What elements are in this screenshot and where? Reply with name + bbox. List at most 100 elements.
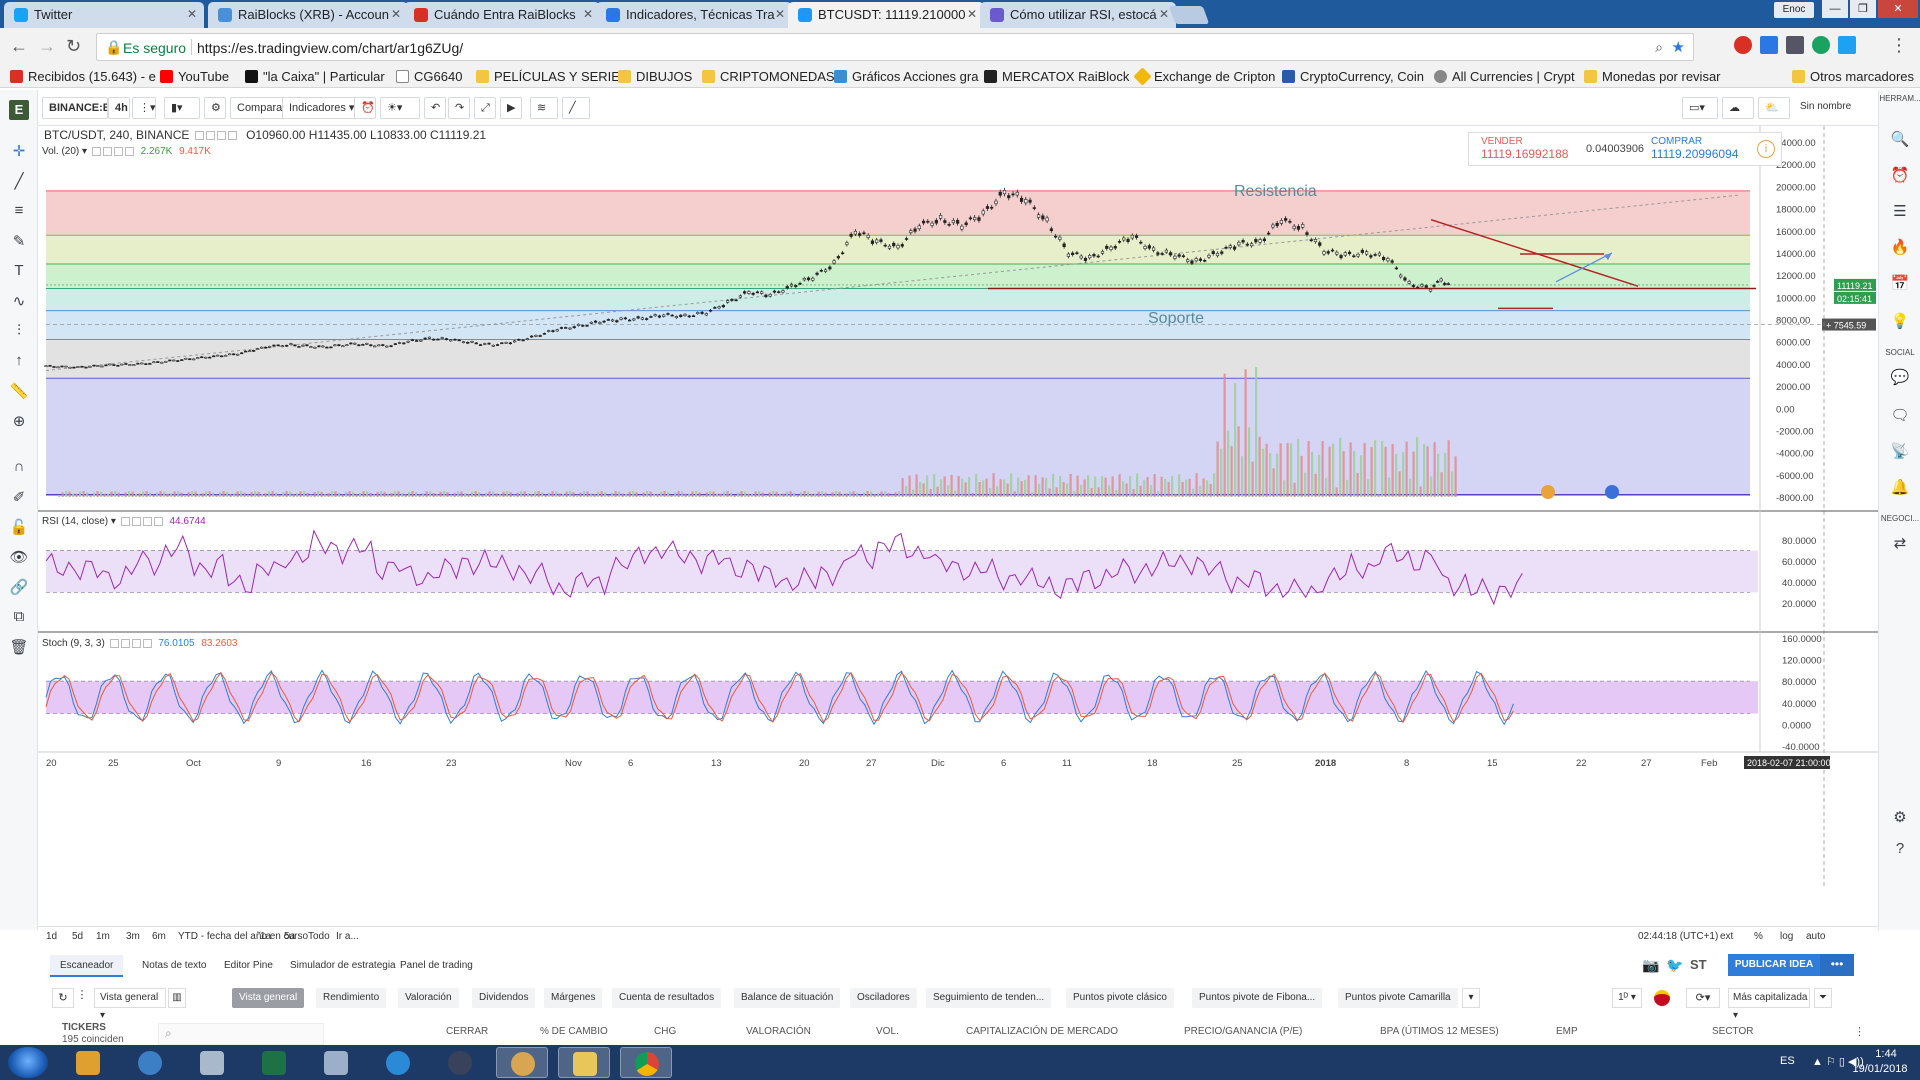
column-header[interactable]: VALORACIÓN — [746, 1026, 811, 1037]
new-tab-button[interactable] — [1168, 6, 1210, 24]
cloud-icon[interactable]: ☁ — [1722, 97, 1754, 119]
minimize-button[interactable]: — — [1822, 0, 1848, 18]
status-toggle[interactable]: log — [1780, 931, 1793, 942]
data-window-icon[interactable]: ☰ — [1890, 202, 1910, 222]
language-indicator[interactable]: ES — [1780, 1055, 1795, 1067]
browser-tab-indicadores[interactable]: Indicadores, Técnicas Tra ✕ — [596, 2, 792, 28]
settings-icon[interactable]: ⚙ — [1890, 808, 1910, 828]
reload-icon[interactable]: ↻ — [66, 36, 81, 57]
menu-icon[interactable]: ⋮ — [1890, 35, 1908, 56]
status-toggle[interactable]: % — [1754, 931, 1763, 942]
columns-icon[interactable]: ▥ — [168, 988, 186, 1008]
column-header[interactable]: PRECIO/GANANCIA (P/E) — [1184, 1026, 1302, 1037]
cloud-save-icon[interactable]: ⛅ — [1758, 97, 1790, 119]
column-header[interactable]: SECTOR — [1712, 1026, 1754, 1037]
extension-icon[interactable] — [1786, 36, 1804, 54]
star-icon[interactable]: ★ — [1672, 38, 1685, 56]
close-tab-icon[interactable]: ✕ — [583, 7, 593, 21]
window-user-badge[interactable]: Enoc — [1774, 2, 1814, 18]
interval-select[interactable]: 4h — [108, 97, 130, 119]
twitter-icon[interactable] — [1838, 36, 1856, 54]
drawing-favorite-icon[interactable]: ≋ — [530, 97, 558, 119]
status-toggle[interactable]: ext — [1720, 931, 1733, 942]
taskbar-app-paint[interactable] — [496, 1047, 548, 1078]
hotlist-icon[interactable]: 🔥 — [1890, 238, 1910, 258]
undo-icon[interactable]: ↶ — [424, 97, 446, 119]
filter-chip[interactable]: Puntos pivote clásico — [1066, 988, 1174, 1008]
column-header[interactable]: EMP — [1556, 1026, 1578, 1037]
start-button[interactable] — [8, 1047, 48, 1078]
filter-chip[interactable]: Cuenta de resultados — [612, 988, 722, 1008]
extension-icon[interactable] — [1812, 36, 1830, 54]
chat-icon[interactable]: 🗨 — [1890, 406, 1910, 426]
stocktwits-icon[interactable]: ST — [1690, 957, 1707, 972]
browser-tab-btcusdt[interactable]: BTCUSDT: 11119.210000 ✕ — [788, 2, 984, 28]
close-tab-icon[interactable]: ✕ — [1159, 7, 1169, 21]
notifications-icon[interactable]: 🔔 — [1890, 478, 1910, 498]
bookmark-folder[interactable]: PELÍCULAS Y SERIES — [476, 69, 629, 84]
ruler-icon[interactable]: 📏 — [9, 382, 29, 402]
sell-button[interactable]: VENDER 11119.16992188 — [1469, 133, 1579, 167]
buy-button[interactable]: COMPRAR 11119.20996094 — [1649, 133, 1749, 167]
taskbar-app-chrome[interactable] — [620, 1047, 672, 1078]
taskbar-app-ccleaner[interactable] — [434, 1047, 486, 1078]
bottom-tab[interactable]: Simulador de estrategia — [280, 955, 406, 977]
range-button[interactable]: Ir a... — [336, 931, 359, 942]
bookmark-folder[interactable]: Monedas por revisar — [1584, 69, 1721, 84]
range-button[interactable]: 1d — [46, 931, 57, 942]
bookmark-item[interactable]: Gráficos Acciones gra — [834, 69, 978, 84]
ideas-icon[interactable]: 💡 — [1890, 312, 1910, 332]
bookmark-item[interactable]: "la Caixa" | Particular — [245, 69, 385, 84]
close-tab-icon[interactable]: ✕ — [187, 7, 197, 21]
stream-icon[interactable]: 📡 — [1890, 442, 1910, 462]
bookmark-item[interactable]: Recibidos (15.643) - e — [10, 69, 156, 84]
fib-icon[interactable]: ⫶ — [9, 322, 29, 342]
alert-icon[interactable]: ⏰ — [354, 97, 376, 119]
light-icon[interactable]: ☀▾ — [380, 97, 420, 119]
range-button[interactable]: 5a — [284, 931, 295, 942]
trash-icon[interactable]: 🗑 — [9, 638, 29, 658]
filter-chip[interactable]: Puntos pivote Camarilla — [1338, 988, 1458, 1008]
sort-select[interactable]: Más capitalizada ▾ — [1728, 988, 1810, 1021]
browser-tab-gmail[interactable]: Cuándo Entra RaiBlocks ✕ — [404, 2, 600, 28]
filter-chip[interactable]: Osciladores — [850, 988, 917, 1008]
info-icon[interactable]: i — [1757, 140, 1775, 158]
brush-icon[interactable]: ✎ — [9, 232, 29, 252]
filter-chip[interactable]: Seguimiento de tenden... — [926, 988, 1052, 1008]
forward-icon[interactable]: → — [38, 36, 56, 57]
crosshair-icon[interactable]: ✛ — [9, 142, 29, 162]
taskbar-app-ie[interactable] — [372, 1047, 424, 1078]
layout-icon[interactable]: ▭▾ — [1682, 97, 1718, 119]
column-header[interactable]: VOL. — [876, 1026, 899, 1037]
zoom-icon[interactable]: ⊕ — [9, 412, 29, 432]
fullscreen-icon[interactable]: ⤢ — [474, 97, 496, 119]
clock-time[interactable]: 1:44 — [1860, 1048, 1912, 1060]
back-icon[interactable]: ← — [10, 36, 28, 57]
browser-tab-rsi[interactable]: Cómo utilizar RSI, estocá ✕ — [980, 2, 1176, 28]
close-tab-icon[interactable]: ✕ — [775, 7, 785, 21]
camera-icon[interactable]: 📷 — [1642, 957, 1659, 974]
chart-type-icon[interactable]: ▮▾ — [164, 97, 200, 119]
trading-icon[interactable]: ⇄ — [1890, 534, 1910, 554]
chevron-down-icon[interactable]: ▾ — [1462, 988, 1480, 1008]
extension-icon[interactable] — [1734, 36, 1752, 54]
more-icon[interactable]: ⋮ — [76, 988, 88, 1008]
redo-icon[interactable]: ↷ — [448, 97, 470, 119]
layout-name[interactable]: Sin nombre — [1794, 97, 1851, 119]
status-toggle[interactable]: auto — [1806, 931, 1825, 942]
interval-select[interactable]: 1ᴰ ▾ — [1612, 988, 1642, 1008]
publish-idea-button[interactable]: PUBLICAR IDEA — [1728, 954, 1820, 976]
symbol-search[interactable]: BINANCE:BTCUS — [42, 97, 108, 119]
close-window-button[interactable]: ✕ — [1878, 0, 1918, 18]
bottom-tab[interactable]: Panel de trading — [390, 955, 483, 977]
column-header[interactable]: CHG — [654, 1026, 676, 1037]
range-button[interactable]: 5d — [72, 931, 83, 942]
column-header[interactable]: BPA (ÚTIMOS 12 MESES) — [1380, 1026, 1499, 1037]
chart-pane[interactable]: Resistencia Soporte 24000.00 22000.00 20000.… — [38, 126, 1878, 926]
ticker-search-input[interactable]: ⌕ — [158, 1023, 324, 1045]
indicators-button[interactable]: Indicadores ▾ — [282, 97, 358, 119]
taskbar-app-calculator[interactable] — [310, 1047, 362, 1078]
taskbar-app-thunderbird[interactable] — [124, 1047, 176, 1078]
column-header[interactable]: CERRAR — [446, 1026, 488, 1037]
url-text[interactable]: https://es.tradingview.com/chart/ar1g6ZU… — [197, 40, 463, 56]
